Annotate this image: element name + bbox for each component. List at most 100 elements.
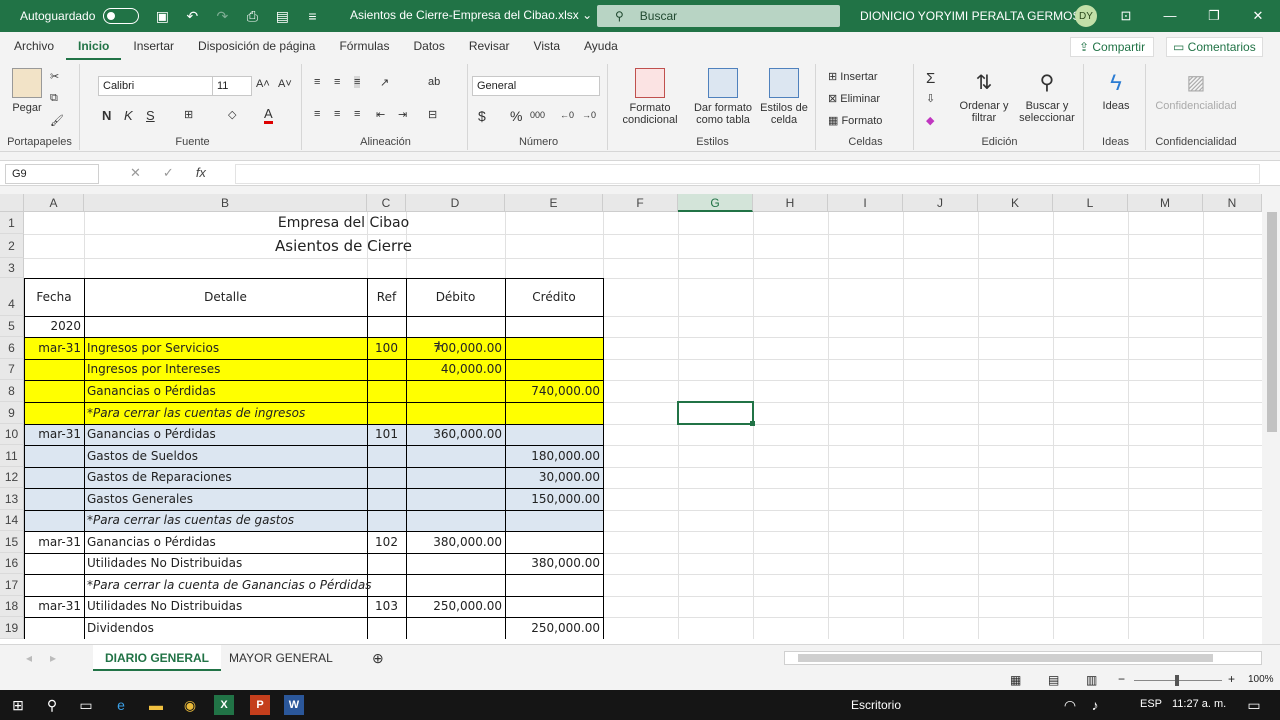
tab-ayuda[interactable]: Ayuda [572, 32, 630, 60]
merge-center-icon[interactable]: ⊟ [428, 108, 437, 121]
row-header-7[interactable]: 7 [0, 359, 24, 380]
autosave[interactable]: Autoguardado [20, 8, 140, 24]
print-icon[interactable]: ▤ [273, 8, 291, 25]
notifications-icon[interactable]: ▭ [1244, 695, 1264, 715]
delete-cells-button[interactable]: ⊠ Eliminar [828, 92, 880, 105]
row-header-8[interactable]: 8 [0, 380, 24, 402]
tab-scroll-right-icon[interactable]: ▸ [38, 645, 68, 671]
column-header-g[interactable]: G [678, 194, 753, 212]
page-layout-icon[interactable]: ▤ [1048, 673, 1059, 687]
row-header-10[interactable]: 10 [0, 424, 24, 445]
row-header-5[interactable]: 5 [0, 316, 24, 337]
sort-filter-button[interactable]: ⇅ Ordenar y filtrar [956, 70, 1012, 124]
restore-icon[interactable]: ❐ [1192, 0, 1236, 32]
borders-icon[interactable]: ⊞ [184, 108, 193, 121]
paste-button[interactable]: Pegar [8, 68, 46, 114]
decrease-font-icon[interactable]: A˅ [278, 78, 292, 90]
close-icon[interactable]: ✕ [1236, 0, 1280, 32]
format-cells-button[interactable]: ▦ Formato [828, 114, 882, 127]
tab-insertar[interactable]: Insertar [121, 32, 186, 60]
italic-button[interactable]: K [124, 108, 133, 123]
underline-button[interactable]: S [146, 108, 155, 123]
align-right-icon[interactable]: ≡ [354, 108, 360, 120]
select-all-corner[interactable] [0, 194, 24, 212]
cancel-icon[interactable]: ✕ [130, 165, 141, 181]
orientation-icon[interactable]: ↗ [380, 76, 389, 89]
row-header-16[interactable]: 16 [0, 553, 24, 574]
decrease-decimal-icon[interactable]: →0 [582, 110, 596, 120]
sheet-tab-diario-general[interactable]: DIARIO GENERAL [93, 645, 222, 671]
normal-view-icon[interactable]: ▦ [1010, 673, 1021, 687]
font-name-combo[interactable]: Calibri [98, 76, 214, 96]
search-icon[interactable]: ⚲ [42, 695, 62, 715]
selected-cell-g9[interactable] [677, 401, 754, 425]
tab-formulas[interactable]: Fórmulas [327, 32, 401, 60]
language-indicator[interactable]: ESP [1140, 698, 1162, 710]
windows-start-icon[interactable]: ⊞ [8, 695, 28, 715]
undo-icon[interactable]: ↶ [183, 8, 201, 25]
row-header-11[interactable]: 11 [0, 445, 24, 467]
increase-decimal-icon[interactable]: ←0 [560, 110, 574, 120]
column-header-h[interactable]: H [753, 194, 828, 212]
minimize-icon[interactable]: — [1148, 0, 1192, 32]
zoom-out-icon[interactable]: − [1118, 672, 1125, 686]
ideas-button[interactable]: ϟ Ideas [1096, 70, 1136, 112]
number-format-combo[interactable]: General [472, 76, 600, 96]
copy-icon[interactable]: ⧉ [50, 92, 58, 105]
column-header-n[interactable]: N [1203, 194, 1262, 212]
column-header-l[interactable]: L [1053, 194, 1128, 212]
chrome-icon[interactable]: ◉ [180, 695, 200, 715]
network-icon[interactable]: ◠ [1060, 695, 1080, 715]
column-header-b[interactable]: B [84, 194, 367, 212]
vertical-scroll-thumb[interactable] [1267, 212, 1277, 432]
row-header-4[interactable]: 4 [0, 278, 24, 316]
decrease-indent-icon[interactable]: ⇤ [376, 108, 385, 121]
task-view-icon[interactable]: ▭ [76, 695, 96, 715]
autosum-icon[interactable]: Σ [926, 70, 935, 87]
align-middle-icon[interactable]: ≡ [334, 76, 340, 88]
redo-icon[interactable]: ↷ [213, 8, 231, 25]
tab-inicio[interactable]: Inicio [66, 32, 122, 60]
add-sheet-icon[interactable]: ⊕ [360, 645, 396, 671]
formula-input[interactable] [235, 164, 1260, 184]
column-header-d[interactable]: D [406, 194, 505, 212]
cut-icon[interactable]: ✂ [50, 70, 59, 83]
search-box[interactable]: ⚲ Buscar [597, 5, 840, 27]
name-box[interactable]: G9 [5, 164, 99, 184]
format-painter-icon[interactable]: 🖌 [50, 114, 64, 127]
row-header-9[interactable]: 9 [0, 402, 24, 424]
save-icon[interactable]: ▣ [153, 8, 171, 25]
avatar[interactable]: DY [1075, 5, 1097, 27]
find-select-button[interactable]: ⚲ Buscar y seleccionar [1012, 70, 1082, 124]
column-header-i[interactable]: I [828, 194, 903, 212]
volume-icon[interactable]: ♪ [1085, 695, 1105, 715]
row-header-3[interactable]: 3 [0, 258, 24, 278]
row-header-2[interactable]: 2 [0, 234, 24, 258]
page-break-icon[interactable]: ▥ [1086, 673, 1097, 687]
row-header-13[interactable]: 13 [0, 488, 24, 510]
row-header-12[interactable]: 12 [0, 467, 24, 488]
clock[interactable]: 11:27 a. m. [1172, 698, 1226, 710]
spreadsheet-grid[interactable]: A B C D E F G H I J K L M N 1 2 3 4 5 6 7 8 9 10 11 12 13 14 15 16 17 1… [0, 194, 1262, 644]
zoom-in-icon[interactable]: + [1228, 672, 1235, 686]
fill-color-icon[interactable]: ◇ [228, 108, 236, 121]
row-header-17[interactable]: 17 [0, 574, 24, 596]
comments-button[interactable]: ▭ Comentarios [1166, 37, 1263, 57]
tab-revisar[interactable]: Revisar [457, 32, 522, 60]
increase-font-icon[interactable]: A˄ [256, 78, 270, 90]
thousands-icon[interactable]: 000 [530, 110, 545, 120]
align-center-icon[interactable]: ≡ [334, 108, 340, 120]
touch-mode-icon[interactable]: ⎙ [243, 8, 261, 25]
tab-vista[interactable]: Vista [522, 32, 572, 60]
align-left-icon[interactable]: ≡ [314, 108, 320, 120]
word-icon[interactable]: W [284, 695, 304, 715]
edge-icon[interactable]: e [111, 695, 131, 715]
align-bottom-icon[interactable]: ≡ [354, 76, 361, 88]
excel-icon[interactable]: X [214, 695, 234, 715]
font-size-combo[interactable]: 11 [212, 76, 252, 96]
clear-icon[interactable]: ◆ [926, 114, 934, 127]
column-header-a[interactable]: A [24, 194, 84, 212]
fill-handle[interactable] [750, 421, 755, 426]
column-header-j[interactable]: J [903, 194, 978, 212]
zoom-slider-thumb[interactable] [1175, 675, 1179, 686]
